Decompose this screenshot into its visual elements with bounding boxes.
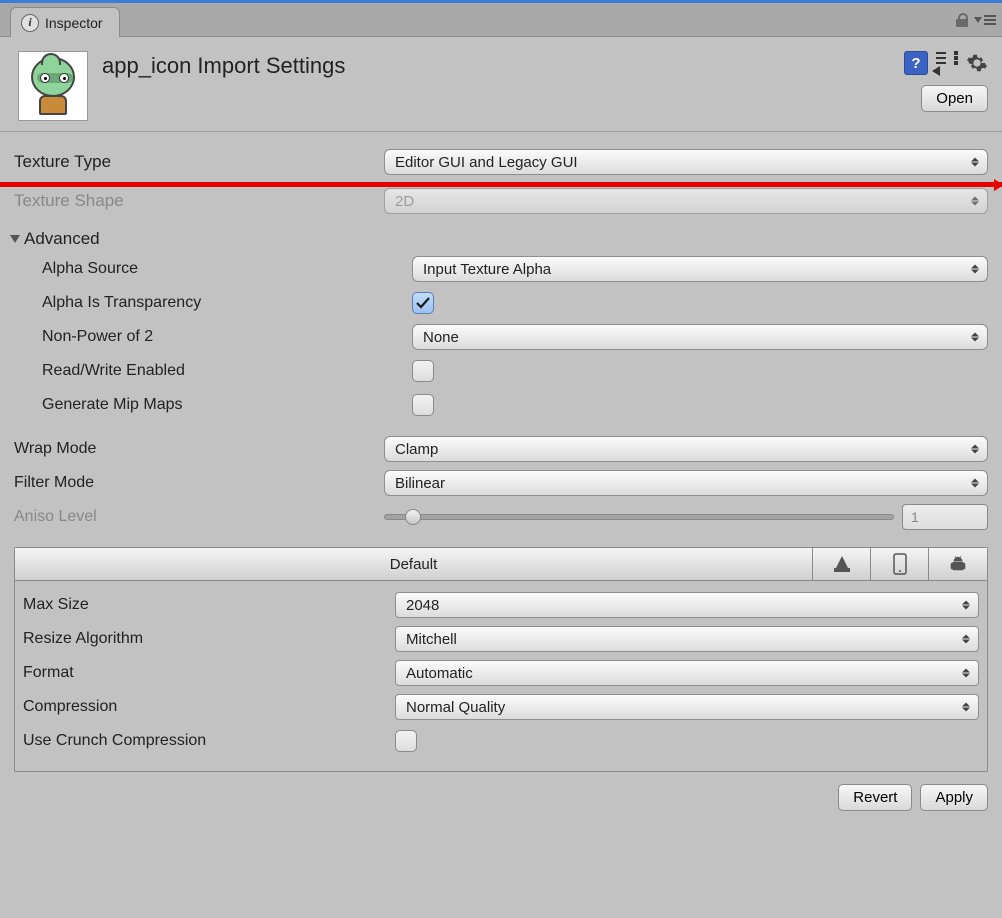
max-size-select[interactable]: 2048 — [395, 592, 979, 618]
texture-type-row: Texture Type Editor GUI and Legacy GUI — [14, 148, 988, 176]
inspector-header: app_icon Import Settings ? Open — [0, 37, 1002, 132]
revert-button[interactable]: Revert — [838, 784, 912, 811]
texture-shape-value: 2D — [395, 193, 414, 210]
texture-type-select[interactable]: Editor GUI and Legacy GUI — [384, 149, 988, 175]
platform-tab-default[interactable]: Default — [15, 548, 813, 580]
non-power-row: Non-Power of 2 None — [14, 323, 988, 351]
wrap-mode-value: Clamp — [395, 441, 438, 458]
filter-mode-row: Filter Mode Bilinear — [14, 469, 988, 497]
compression-label: Compression — [23, 698, 395, 716]
footer: Revert Apply — [0, 772, 1002, 823]
compression-row: Compression Normal Quality — [23, 693, 979, 721]
read-write-row: Read/Write Enabled — [14, 357, 988, 385]
wrap-mode-label: Wrap Mode — [14, 440, 384, 458]
lock-icon[interactable] — [956, 13, 968, 27]
tab-bar: i Inspector — [0, 3, 1002, 37]
format-row: Format Automatic — [23, 659, 979, 687]
alpha-transparency-checkbox[interactable] — [412, 292, 434, 314]
texture-shape-row: Texture Shape 2D — [14, 187, 988, 215]
crunch-checkbox[interactable] — [395, 730, 417, 752]
alpha-transparency-row: Alpha Is Transparency — [14, 289, 988, 317]
alpha-transparency-label: Alpha Is Transparency — [42, 294, 412, 312]
resize-algo-select[interactable]: Mitchell — [395, 626, 979, 652]
platform-tab-ios[interactable] — [871, 548, 929, 580]
resize-algo-label: Resize Algorithm — [23, 630, 395, 648]
generate-mip-row: Generate Mip Maps — [14, 391, 988, 419]
inspector-tab[interactable]: i Inspector — [10, 7, 120, 37]
advanced-foldout[interactable]: Advanced — [10, 229, 988, 249]
max-size-value: 2048 — [406, 597, 439, 614]
generate-mip-checkbox[interactable] — [412, 394, 434, 416]
non-power-label: Non-Power of 2 — [42, 328, 412, 346]
platform-tab-android[interactable] — [929, 548, 987, 580]
max-size-label: Max Size — [23, 596, 395, 614]
filter-mode-label: Filter Mode — [14, 474, 384, 492]
platform-settings-panel: Default Max Size 2048 Resize Algorithm — [14, 547, 988, 772]
max-size-row: Max Size 2048 — [23, 591, 979, 619]
page-title: app_icon Import Settings — [102, 53, 345, 79]
texture-type-label: Texture Type — [14, 152, 384, 172]
non-power-select[interactable]: None — [412, 324, 988, 350]
highlight-line — [0, 182, 1002, 187]
wrap-mode-row: Wrap Mode Clamp — [14, 435, 988, 463]
texture-type-value: Editor GUI and Legacy GUI — [395, 154, 578, 171]
help-icon[interactable]: ? — [904, 51, 928, 75]
aniso-row: Aniso Level 1 — [14, 503, 988, 531]
texture-shape-select: 2D — [384, 188, 988, 214]
format-label: Format — [23, 664, 395, 682]
apply-button[interactable]: Apply — [920, 784, 988, 811]
aniso-slider — [384, 514, 894, 520]
aniso-label: Aniso Level — [14, 508, 384, 526]
crunch-row: Use Crunch Compression — [23, 727, 979, 755]
resize-algo-row: Resize Algorithm Mitchell — [23, 625, 979, 653]
format-select[interactable]: Automatic — [395, 660, 979, 686]
alpha-source-label: Alpha Source — [42, 260, 412, 278]
alpha-source-value: Input Texture Alpha — [423, 261, 551, 278]
aniso-value: 1 — [902, 504, 988, 530]
chevron-down-icon — [10, 235, 20, 243]
inspector-tab-label: Inspector — [45, 15, 103, 31]
read-write-checkbox[interactable] — [412, 360, 434, 382]
generate-mip-label: Generate Mip Maps — [42, 396, 412, 414]
format-value: Automatic — [406, 665, 473, 682]
compression-value: Normal Quality — [406, 699, 505, 716]
info-icon: i — [21, 14, 39, 32]
alpha-source-row: Alpha Source Input Texture Alpha — [14, 255, 988, 283]
aniso-slider-thumb — [405, 509, 421, 525]
filter-mode-select[interactable]: Bilinear — [384, 470, 988, 496]
panel-menu-icon[interactable] — [974, 15, 996, 25]
crunch-label: Use Crunch Compression — [23, 732, 395, 750]
non-power-value: None — [423, 329, 459, 346]
asset-thumbnail — [18, 51, 88, 121]
read-write-label: Read/Write Enabled — [42, 362, 412, 380]
open-button[interactable]: Open — [921, 85, 988, 112]
resize-algo-value: Mitchell — [406, 631, 457, 648]
alpha-source-select[interactable]: Input Texture Alpha — [412, 256, 988, 282]
gear-icon[interactable] — [966, 52, 988, 74]
preset-icon[interactable] — [936, 52, 958, 74]
wrap-mode-select[interactable]: Clamp — [384, 436, 988, 462]
filter-mode-value: Bilinear — [395, 475, 445, 492]
texture-shape-label: Texture Shape — [14, 191, 384, 211]
compression-select[interactable]: Normal Quality — [395, 694, 979, 720]
platform-tab-standalone[interactable] — [813, 548, 871, 580]
advanced-label: Advanced — [24, 229, 100, 249]
